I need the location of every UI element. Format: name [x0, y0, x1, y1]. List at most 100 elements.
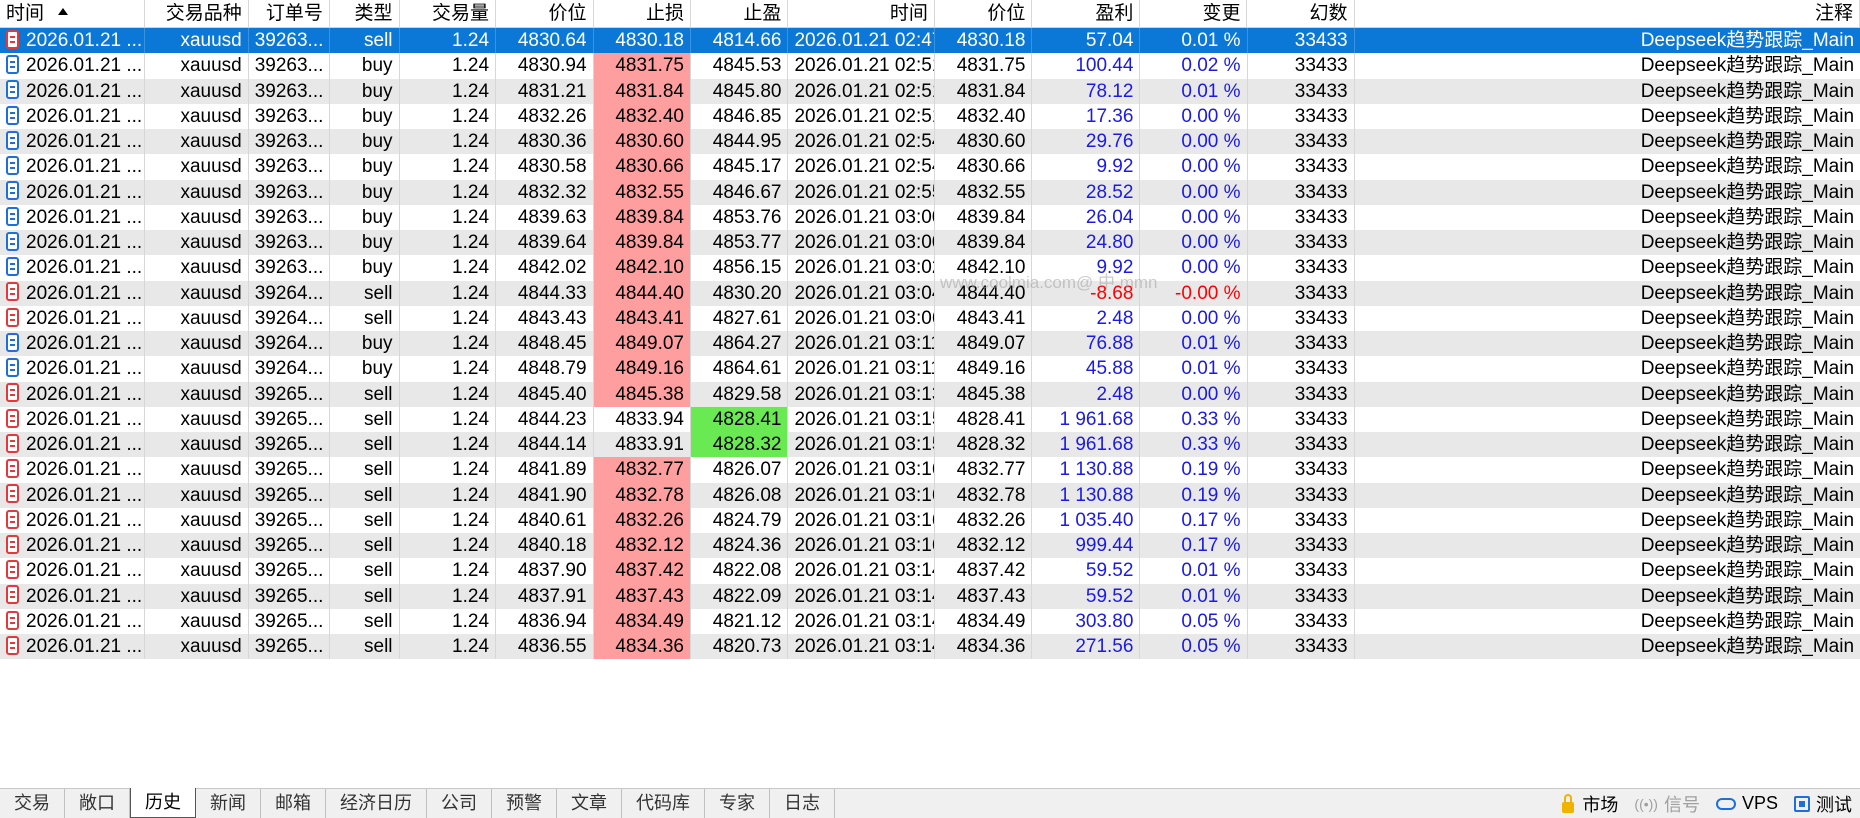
cell-open-time: 2026.01.21 ...: [0, 103, 145, 129]
open-time-text: 2026.01.21 ...: [26, 560, 143, 582]
cell-type: buy: [330, 255, 400, 281]
cell-magic: 33433: [1248, 608, 1355, 634]
tester-status[interactable]: 测试: [1786, 791, 1860, 817]
cell-open-time: 2026.01.21 ...: [0, 507, 145, 533]
col-header-close-time[interactable]: 时间: [788, 0, 935, 27]
tab-11[interactable]: 日志: [770, 789, 835, 818]
col-header-change[interactable]: 变更: [1140, 0, 1248, 27]
table-row[interactable]: 2026.01.21 ... xauusd 39263... buy 1.24 4832.…: [0, 179, 1860, 205]
buy-order-icon: [6, 80, 19, 100]
cell-profit: 59.52: [1032, 558, 1141, 584]
cell-close-price: 4828.41: [935, 406, 1033, 432]
cell-volume: 1.24: [400, 129, 497, 155]
tab-10[interactable]: 专家: [705, 789, 770, 818]
cell-comment: Deepseek趋势跟踪_Main: [1640, 257, 1855, 279]
open-time-text: 2026.01.21 ...: [26, 484, 143, 506]
col-header-volume[interactable]: 交易量: [400, 0, 497, 27]
tab-3[interactable]: 新闻: [196, 789, 261, 818]
bottom-tab-bar: 交易 敞口 历史 新闻 邮箱 经济日历 公司 预警 文章 代码库 专家 日志 市场 ((•)) 信号 …: [0, 788, 1860, 818]
tab-5[interactable]: 经济日历: [326, 789, 427, 818]
table-row[interactable]: 2026.01.21 ... xauusd 39265... sell 1.24 4840…: [0, 507, 1860, 533]
sort-ascending-icon: [58, 7, 69, 15]
table-row[interactable]: 2026.01.21 ... xauusd 39263... buy 1.24 4830.…: [0, 129, 1860, 155]
cell-change: 0.05 %: [1140, 608, 1248, 634]
cell-take-profit: 4853.77: [691, 230, 789, 256]
cell-comment: Deepseek趋势跟踪_Main: [1640, 509, 1855, 531]
col-header-type[interactable]: 类型: [330, 0, 400, 27]
cell-open-price: 4841.89: [496, 457, 594, 483]
tab-9[interactable]: 代码库: [622, 789, 705, 818]
table-row[interactable]: 2026.01.21 ... xauusd 39265... sell 1.24 4840…: [0, 533, 1860, 559]
table-row[interactable]: 2026.01.21 ... xauusd 39263... sell 1.24 4830…: [0, 28, 1860, 54]
table-row[interactable]: 2026.01.21 ... xauusd 39265... sell 1.24 4836…: [0, 608, 1860, 634]
col-header-comment[interactable]: 注释: [1355, 0, 1860, 27]
cell-take-profit: 4829.58: [691, 381, 789, 407]
cell-comment: Deepseek趋势跟踪_Main: [1640, 307, 1855, 329]
col-header-price[interactable]: 价位: [496, 0, 594, 27]
table-row[interactable]: 2026.01.21 ... xauusd 39265... sell 1.24 4841…: [0, 457, 1860, 483]
table-row[interactable]: 2026.01.21 ... xauusd 39263... buy 1.24 4831.…: [0, 78, 1860, 104]
signal-status[interactable]: ((•)) 信号: [1626, 791, 1708, 817]
col-header-symbol[interactable]: 交易品种: [145, 0, 249, 27]
tab-4[interactable]: 邮箱: [261, 789, 326, 818]
table-row[interactable]: 2026.01.21 ... xauusd 39265... sell 1.24 4837…: [0, 583, 1860, 609]
col-header-sl[interactable]: 止损: [594, 0, 691, 27]
cell-order-id: 39265...: [249, 457, 330, 483]
table-row[interactable]: 2026.01.21 ... xauusd 39265... sell 1.24 4844…: [0, 432, 1860, 458]
history-table[interactable]: 时间 交易品种 订单号 类型 交易量 价位 止损 止盈 时间 价位 盈利 变更 …: [0, 0, 1860, 788]
buy-order-icon: [6, 130, 19, 150]
cell-change: 0.01 %: [1140, 78, 1248, 104]
cell-comment: Deepseek趋势跟踪_Main: [1640, 80, 1855, 102]
table-row[interactable]: 2026.01.21 ... xauusd 39263... buy 1.24 4842.…: [0, 255, 1860, 281]
open-time-text: 2026.01.21 ...: [26, 535, 143, 556]
cell-comment: Deepseek趋势跟踪_Main: [1640, 535, 1855, 556]
tab-8[interactable]: 文章: [557, 789, 622, 818]
table-row[interactable]: 2026.01.21 ... xauusd 39263... buy 1.24 4839.…: [0, 204, 1860, 230]
tab-1[interactable]: 敞口: [65, 789, 130, 818]
cell-profit: 999.44: [1032, 533, 1141, 559]
cell-magic: 33433: [1248, 533, 1355, 559]
open-time-text: 2026.01.21 ...: [26, 509, 143, 531]
cell-stop-loss: 4833.91: [594, 432, 691, 458]
table-row[interactable]: 2026.01.21 ... xauusd 39264... sell 1.24 4843…: [0, 305, 1860, 331]
table-row[interactable]: 2026.01.21 ... xauusd 39265... sell 1.24 4841…: [0, 482, 1860, 508]
vps-status[interactable]: VPS: [1708, 793, 1786, 814]
table-row[interactable]: 2026.01.21 ... xauusd 39265... sell 1.24 4836…: [0, 634, 1860, 660]
table-row[interactable]: 2026.01.21 ... xauusd 39265... sell 1.24 4844…: [0, 406, 1860, 432]
table-row[interactable]: 2026.01.21 ... xauusd 39263... buy 1.24 4832.…: [0, 103, 1860, 129]
chip-icon: [1794, 795, 1810, 812]
table-row[interactable]: 2026.01.21 ... xauusd 39264... buy 1.24 4848.…: [0, 356, 1860, 382]
tab-0[interactable]: 交易: [0, 789, 65, 818]
tab-7[interactable]: 预警: [492, 789, 557, 818]
col-header-open-time[interactable]: 时间: [0, 0, 145, 27]
table-row[interactable]: 2026.01.21 ... xauusd 39263... buy 1.24 4830.…: [0, 53, 1860, 79]
cell-open-price: 4830.94: [496, 53, 594, 79]
cell-volume: 1.24: [400, 558, 497, 584]
cell-stop-loss: 4832.55: [593, 179, 691, 205]
cell-stop-loss: 4832.77: [593, 457, 691, 483]
col-header-tp[interactable]: 止盈: [691, 0, 789, 27]
cell-close-price: 4839.84: [935, 230, 1033, 256]
cell-open-price: 4842.02: [496, 255, 594, 281]
table-row[interactable]: 2026.01.21 ... xauusd 39265... sell 1.24 4845…: [0, 381, 1860, 407]
cell-take-profit: 4814.66: [691, 28, 789, 54]
table-row[interactable]: 2026.01.21 ... xauusd 39264... buy 1.24 4848.…: [0, 331, 1860, 357]
cell-order-id: 39265...: [249, 608, 330, 634]
table-row[interactable]: 2026.01.21 ... xauusd 39263... buy 1.24 4839.…: [0, 230, 1860, 256]
col-header-profit[interactable]: 盈利: [1032, 0, 1141, 27]
open-time-text: 2026.01.21 ...: [26, 105, 143, 127]
tab-2[interactable]: 历史: [130, 788, 196, 818]
table-row[interactable]: 2026.01.21 ... xauusd 39263... buy 1.24 4830.…: [0, 154, 1860, 180]
market-status[interactable]: 市场: [1554, 791, 1626, 817]
col-header-magic[interactable]: 幻数: [1247, 0, 1355, 27]
cell-take-profit: 4856.15: [691, 255, 789, 281]
col-header-order[interactable]: 订单号: [249, 0, 330, 27]
cell-close-time: 2026.01.21 02:51:...: [788, 103, 935, 129]
table-row[interactable]: 2026.01.21 ... xauusd 39264... sell 1.24 4844…: [0, 280, 1860, 306]
cell-profit: 17.36: [1032, 103, 1141, 129]
table-row[interactable]: 2026.01.21 ... xauusd 39265... sell 1.24 4837…: [0, 558, 1860, 584]
tab-6[interactable]: 公司: [427, 789, 492, 818]
col-header-close-price[interactable]: 价位: [935, 0, 1033, 27]
cell-profit: 59.52: [1032, 583, 1141, 609]
cell-volume: 1.24: [400, 457, 497, 483]
